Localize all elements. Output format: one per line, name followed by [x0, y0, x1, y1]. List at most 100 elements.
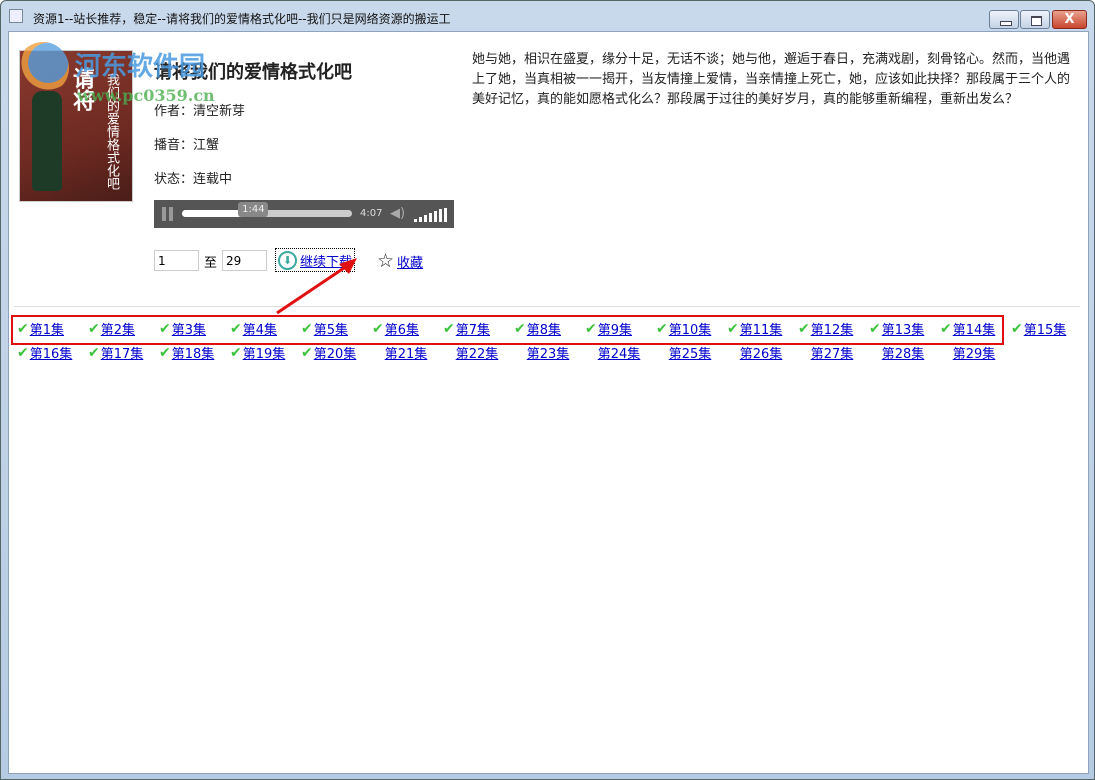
window-title: 资源1--站长推荐，稳定--请将我们的爱情格式化吧--我们只是网络资源的搬运工 — [33, 12, 451, 26]
episode-link[interactable]: 第14集 — [953, 319, 996, 338]
episode-item[interactable]: ✔ 第4集 — [230, 319, 277, 339]
check-icon: ✔ — [230, 320, 242, 337]
check-icon: ✔ — [372, 320, 384, 337]
episode-item[interactable]: ✔第25集 — [656, 343, 712, 362]
episode-item[interactable]: ✔第26集 — [727, 343, 783, 362]
author: 作者：清空新芽 — [154, 104, 246, 119]
episode-item[interactable]: ✔第27集 — [798, 343, 854, 362]
from-episode-input[interactable] — [154, 250, 199, 271]
episode-item[interactable]: ✔第28集 — [869, 343, 925, 362]
episode-item[interactable]: ✔ 第17集 — [88, 343, 144, 363]
check-icon: ✔ — [940, 320, 952, 337]
episode-link[interactable]: 第7集 — [456, 319, 490, 338]
app-icon — [9, 9, 23, 23]
book-cover: 请将 我们的爱情格式化吧 — [19, 50, 133, 202]
app-window: 资源1--站长推荐，稳定--请将我们的爱情格式化吧--我们只是网络资源的搬运工 … — [0, 0, 1095, 780]
check-icon: ✔ — [798, 320, 810, 337]
episode-item[interactable]: ✔ 第16集 — [17, 343, 73, 363]
episode-item[interactable]: ✔ 第5集 — [301, 319, 348, 339]
episode-link[interactable]: 第29集 — [953, 343, 996, 362]
episode-item[interactable]: ✔第29集 — [940, 343, 996, 362]
episode-item[interactable]: ✔ 第9集 — [585, 319, 632, 339]
check-icon: ✔ — [585, 320, 597, 337]
download-icon: ⬇ — [278, 251, 297, 270]
episode-link[interactable]: 第28集 — [882, 343, 925, 362]
episode-link[interactable]: 第15集 — [1024, 319, 1067, 338]
episode-link[interactable]: 第4集 — [243, 319, 277, 338]
episode-link[interactable]: 第3集 — [172, 319, 206, 338]
episode-item[interactable]: ✔ 第3集 — [159, 319, 206, 339]
episode-link[interactable]: 第18集 — [172, 343, 215, 362]
episode-link[interactable]: 第27集 — [811, 343, 854, 362]
episode-item[interactable]: ✔第23集 — [514, 343, 570, 362]
episode-link[interactable]: 第26集 — [740, 343, 783, 362]
episode-item[interactable]: ✔第24集 — [585, 343, 641, 362]
favorite-link[interactable]: 收藏 — [397, 252, 423, 271]
episode-item[interactable]: ✔ 第13集 — [869, 319, 925, 339]
episode-link[interactable]: 第20集 — [314, 343, 357, 362]
check-icon: ✔ — [443, 320, 455, 337]
episode-item[interactable]: ✔ 第8集 — [514, 319, 561, 339]
episode-item[interactable]: ✔ 第11集 — [727, 319, 783, 339]
divider — [14, 306, 1080, 307]
status: 状态：连载中 — [154, 172, 233, 187]
content-area: 请将 我们的爱情格式化吧 请将我们的爱情格式化吧 作者：清空新芽 播音：江蟹 状… — [8, 31, 1089, 774]
episode-item[interactable]: ✔ 第15集 — [1011, 319, 1067, 339]
audio-player: 1:44 4:07 ◀) — [154, 200, 454, 228]
episode-item[interactable]: ✔ 第2集 — [88, 319, 135, 339]
episode-link[interactable]: 第10集 — [669, 319, 712, 338]
to-label: 至 — [204, 256, 218, 271]
check-icon: ✔ — [301, 344, 313, 361]
book-title: 请将我们的爱情格式化吧 — [154, 62, 352, 83]
episode-item[interactable]: ✔第21集 — [372, 343, 428, 362]
episode-item[interactable]: ✔ 第18集 — [159, 343, 215, 363]
continue-download-link[interactable]: 继续下载 — [300, 251, 352, 270]
episode-item[interactable]: ✔ 第10集 — [656, 319, 712, 339]
episode-link[interactable]: 第1集 — [30, 319, 64, 338]
episode-link[interactable]: 第8集 — [527, 319, 561, 338]
speaker-icon[interactable]: ◀) — [390, 206, 405, 221]
duration: 4:07 — [360, 208, 383, 219]
episode-item[interactable]: ✔ 第1集 — [17, 319, 64, 339]
minimize-button[interactable] — [989, 10, 1019, 29]
check-icon: ✔ — [88, 344, 100, 361]
episode-link[interactable]: 第12集 — [811, 319, 854, 338]
episode-link[interactable]: 第25集 — [669, 343, 712, 362]
episode-link[interactable]: 第6集 — [385, 319, 419, 338]
episode-link[interactable]: 第13集 — [882, 319, 925, 338]
episode-link[interactable]: 第2集 — [101, 319, 135, 338]
episode-link[interactable]: 第9集 — [598, 319, 632, 338]
episode-link[interactable]: 第16集 — [30, 343, 73, 362]
check-icon: ✔ — [301, 320, 313, 337]
volume-slider[interactable] — [414, 206, 447, 222]
episode-link[interactable]: 第11集 — [740, 319, 783, 338]
episode-link[interactable]: 第24集 — [598, 343, 641, 362]
episode-link[interactable]: 第5集 — [314, 319, 348, 338]
check-icon: ✔ — [230, 344, 242, 361]
episode-link[interactable]: 第17集 — [101, 343, 144, 362]
pause-icon[interactable] — [162, 207, 166, 221]
episode-item[interactable]: ✔ 第7集 — [443, 319, 490, 339]
check-icon: ✔ — [656, 320, 668, 337]
cover-title-small: 我们的爱情格式化吧 — [104, 73, 119, 190]
current-time-tooltip: 1:44 — [238, 202, 269, 217]
episode-item[interactable]: ✔ 第14集 — [940, 319, 996, 339]
close-button[interactable]: X — [1052, 10, 1087, 29]
episode-item[interactable]: ✔ 第12集 — [798, 319, 854, 339]
progress-slider[interactable]: 1:44 — [182, 202, 352, 217]
maximize-button[interactable] — [1020, 10, 1050, 29]
continue-download-button[interactable]: ⬇ 继续下载 — [275, 248, 356, 272]
to-episode-input[interactable] — [222, 250, 267, 271]
episode-link[interactable]: 第21集 — [385, 343, 428, 362]
episode-item[interactable]: ✔ 第6集 — [372, 319, 419, 339]
episode-item[interactable]: ✔ 第19集 — [230, 343, 286, 363]
episode-link[interactable]: 第22集 — [456, 343, 499, 362]
episode-link[interactable]: 第19集 — [243, 343, 286, 362]
episode-item[interactable]: ✔ 第20集 — [301, 343, 357, 363]
check-icon: ✔ — [17, 320, 29, 337]
episode-item[interactable]: ✔第22集 — [443, 343, 499, 362]
episode-link[interactable]: 第23集 — [527, 343, 570, 362]
favorite-button[interactable]: ☆ 收藏 — [377, 250, 423, 272]
title-bar[interactable]: 资源1--站长推荐，稳定--请将我们的爱情格式化吧--我们只是网络资源的搬运工 … — [1, 1, 1094, 31]
cover-title-large: 请将 — [69, 67, 94, 111]
